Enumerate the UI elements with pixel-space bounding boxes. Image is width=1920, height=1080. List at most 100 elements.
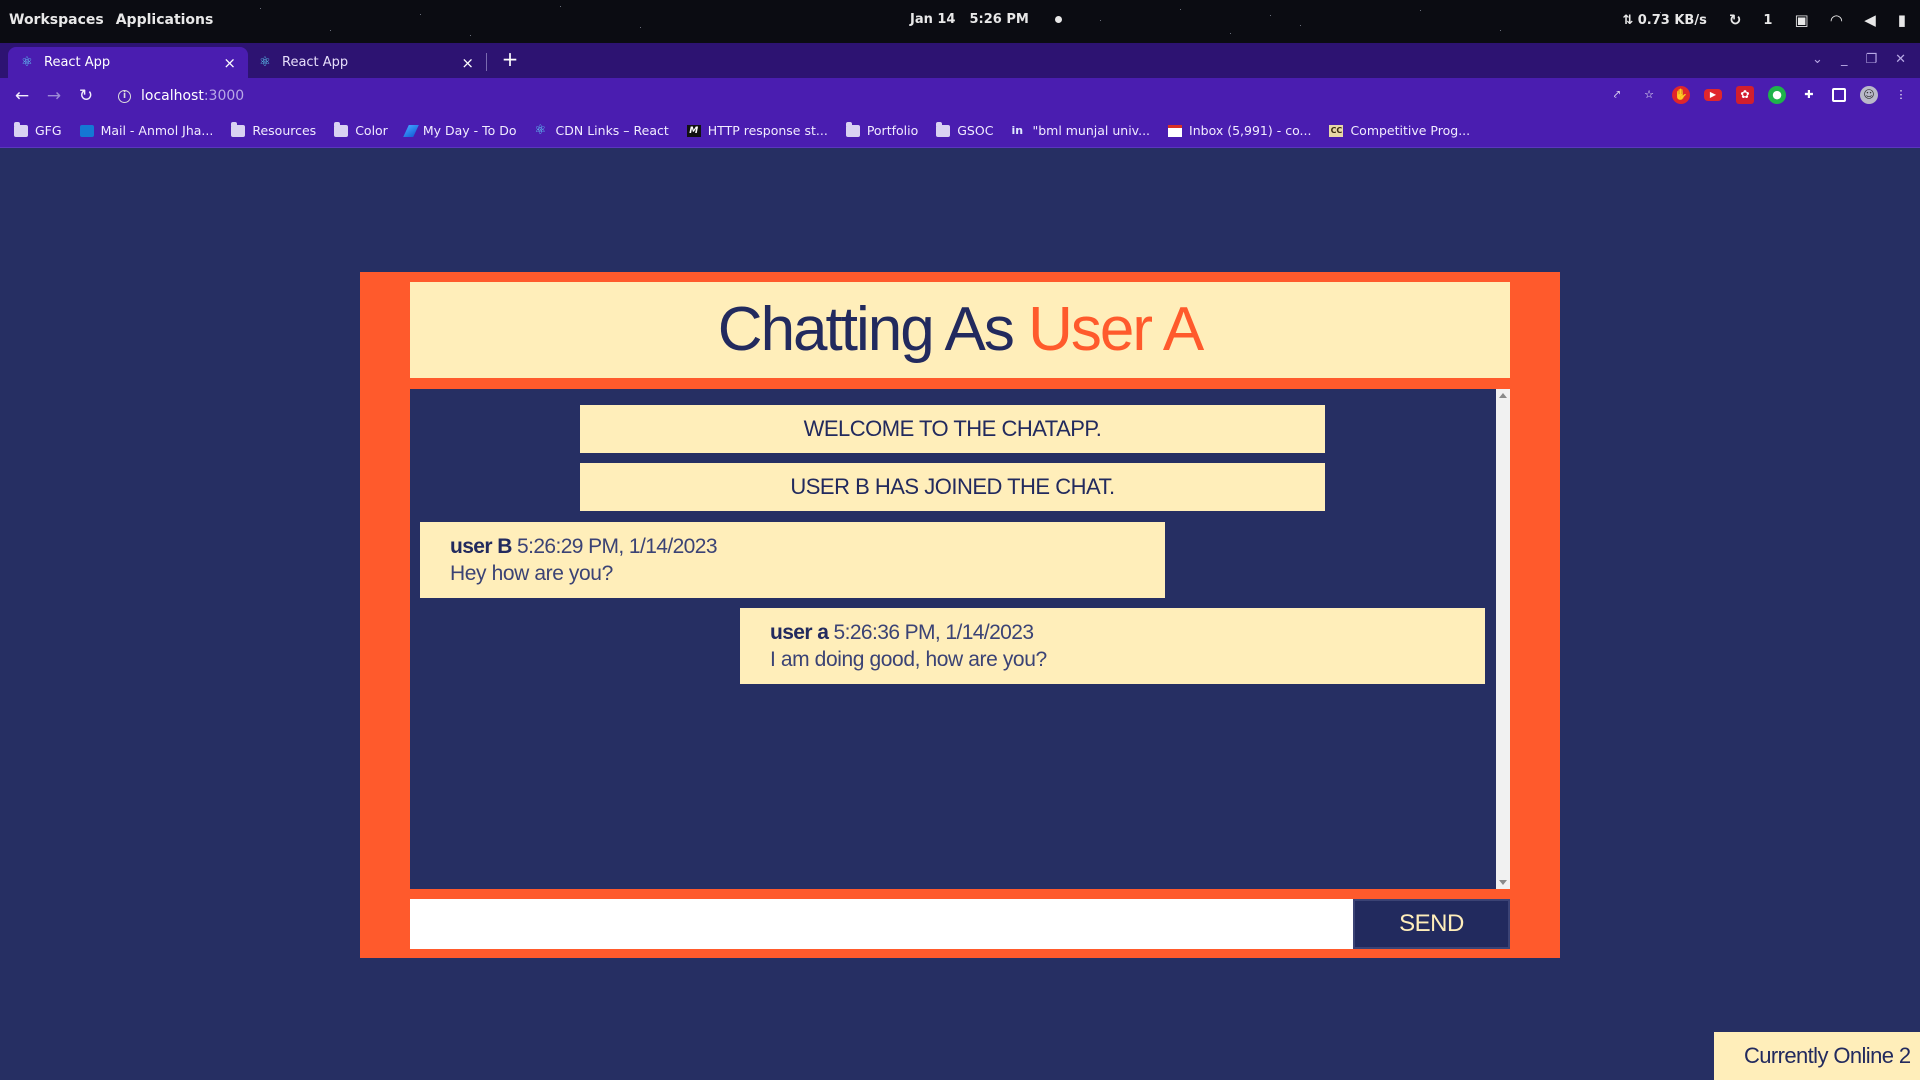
bookmark-resources[interactable]: Resources bbox=[231, 121, 317, 138]
tab-react-app-1[interactable]: ⚛ React App × bbox=[8, 47, 248, 78]
site-info-icon[interactable]: i bbox=[118, 89, 131, 103]
share-icon[interactable]: ⤤ bbox=[1608, 86, 1626, 104]
bookmark-label: Competitive Prog... bbox=[1350, 123, 1471, 138]
tab-title: React App bbox=[282, 55, 349, 70]
online-label: Currently Online bbox=[1744, 1043, 1894, 1068]
scroll-down-icon[interactable] bbox=[1499, 880, 1507, 885]
close-tab-icon[interactable]: × bbox=[461, 54, 474, 72]
system-message: USER B HAS JOINED THE CHAT. bbox=[580, 463, 1325, 511]
scroll-up-icon[interactable] bbox=[1499, 393, 1507, 398]
close-window-icon[interactable]: ✕ bbox=[1895, 52, 1906, 67]
url-host: localhost bbox=[141, 88, 204, 104]
send-button[interactable]: SEND bbox=[1353, 899, 1510, 949]
bookmark-label: "bml munjal univ... bbox=[1032, 123, 1151, 138]
extension-green-icon[interactable]: ● bbox=[1768, 86, 1786, 104]
bookmark-competitive-prog[interactable]: CC Competitive Prog... bbox=[1329, 123, 1470, 138]
bookmark-label: Portfolio bbox=[866, 123, 919, 138]
message-timestamp: 5:26:29 PM, 1/14/2023 bbox=[517, 535, 718, 558]
bookmark-gsoc[interactable]: GSOC bbox=[936, 121, 994, 138]
bookmark-label: Inbox (5,991) - co... bbox=[1189, 123, 1312, 138]
os-top-bar: Workspaces Applications Jan 14 5:26 PM ⇅… bbox=[0, 0, 1920, 43]
extension-youtube-icon[interactable]: ▶ bbox=[1704, 89, 1722, 101]
linkedin-icon: in bbox=[1011, 123, 1024, 137]
bookmark-label: Resources bbox=[252, 123, 317, 138]
close-tab-icon[interactable]: × bbox=[223, 54, 236, 72]
workspace-indicator[interactable]: 1 bbox=[1763, 13, 1772, 28]
extension-red-hand-icon[interactable]: ✋ bbox=[1672, 86, 1690, 104]
workspaces-menu[interactable]: Workspaces bbox=[9, 12, 104, 28]
applications-menu[interactable]: Applications bbox=[116, 12, 214, 28]
message-author: user a bbox=[770, 621, 829, 644]
wifi-icon[interactable]: ◠ bbox=[1831, 11, 1843, 29]
online-status-badge: Currently Online 2 bbox=[1714, 1032, 1920, 1080]
clock[interactable]: Jan 14 5:26 PM bbox=[910, 12, 1062, 27]
system-message: WELCOME TO THE CHATAPP. bbox=[580, 405, 1325, 453]
bookmark-bml-munjal[interactable]: in "bml munjal univ... bbox=[1011, 123, 1150, 138]
tab-divider bbox=[486, 53, 487, 71]
bookmark-portfolio[interactable]: Portfolio bbox=[845, 121, 919, 138]
bookmark-label: HTTP response st... bbox=[707, 123, 828, 138]
folder-icon bbox=[334, 121, 349, 137]
online-count: 2 bbox=[1898, 1043, 1911, 1068]
tab-title: React App bbox=[44, 55, 111, 70]
message-input[interactable] bbox=[410, 899, 1353, 949]
chat-header: Chatting As User A bbox=[410, 282, 1510, 378]
bookmark-label: Color bbox=[355, 123, 388, 138]
back-icon[interactable]: ← bbox=[10, 84, 34, 108]
clock-time: 5:26 PM bbox=[969, 12, 1029, 27]
outlook-icon bbox=[79, 124, 94, 137]
react-favicon-icon: ⚛ bbox=[259, 54, 271, 70]
browser-menu-icon[interactable]: ⋮ bbox=[1892, 86, 1910, 104]
bookmark-gfg[interactable]: GFG bbox=[14, 121, 62, 138]
reload-icon[interactable]: ↻ bbox=[74, 84, 98, 108]
browser-toolbar: ← → ↻ i localhost:3000 ⤤ ☆ ✋ ▶ ✿ ● ✚ ☺ ⋮ bbox=[0, 78, 1920, 114]
cc-icon: CC bbox=[1329, 124, 1344, 137]
restore-icon[interactable]: ❐ bbox=[1865, 52, 1877, 67]
browser-tab-strip: ⚛ React App × ⚛ React App × bbox=[0, 43, 1920, 78]
react-icon: ⚛ bbox=[534, 122, 547, 138]
tab-search-icon[interactable]: ⌄ bbox=[1812, 52, 1823, 67]
volume-icon[interactable]: ◀ bbox=[1864, 11, 1876, 29]
message-author: user B bbox=[450, 535, 512, 558]
display-icon[interactable]: ▣ bbox=[1794, 11, 1808, 29]
folder-icon bbox=[936, 121, 951, 137]
window-controls: ⌄ _ ❐ ✕ bbox=[1812, 52, 1906, 67]
bookmark-label: CDN Links – React bbox=[555, 123, 669, 138]
chat-message-received: user B 5:26:29 PM, 1/14/2023 Hey how are… bbox=[420, 522, 1165, 598]
bookmark-mail[interactable]: Mail - Anmol Jha... bbox=[79, 123, 214, 138]
todo-icon bbox=[403, 124, 419, 137]
forward-icon[interactable]: → bbox=[42, 84, 66, 108]
chat-message-sent: user a 5:26:36 PM, 1/14/2023 I am doing … bbox=[740, 608, 1485, 684]
messages-scrollbar[interactable] bbox=[1496, 389, 1510, 889]
battery-icon[interactable]: ▮ bbox=[1898, 11, 1906, 29]
update-icon[interactable]: ↻ bbox=[1729, 11, 1742, 29]
header-username: User A bbox=[1028, 295, 1204, 364]
tab-react-app-2[interactable]: ⚛ React App × bbox=[246, 47, 486, 78]
bookmark-http-response[interactable]: M HTTP response st... bbox=[686, 123, 828, 138]
profile-avatar[interactable]: ☺ bbox=[1860, 86, 1878, 104]
mdn-icon: M bbox=[686, 124, 701, 137]
messages-panel[interactable]: WELCOME TO THE CHATAPP. USER B HAS JOINE… bbox=[410, 389, 1510, 889]
folder-icon bbox=[14, 121, 28, 137]
folder-icon bbox=[845, 121, 860, 137]
bookmark-cdn-links[interactable]: ⚛ CDN Links – React bbox=[535, 123, 669, 138]
message-text: Hey how are you? bbox=[450, 562, 613, 585]
bookmark-star-icon[interactable]: ☆ bbox=[1640, 86, 1658, 104]
message-timestamp: 5:26:36 PM, 1/14/2023 bbox=[833, 621, 1035, 644]
side-panel-icon[interactable] bbox=[1832, 88, 1846, 102]
address-bar[interactable]: i localhost:3000 bbox=[110, 82, 1640, 110]
bookmark-my-day[interactable]: My Day - To Do bbox=[403, 123, 517, 138]
bookmark-inbox[interactable]: Inbox (5,991) - co... bbox=[1168, 123, 1311, 138]
minimize-icon[interactable]: _ bbox=[1841, 52, 1848, 67]
bookmark-label: My Day - To Do bbox=[422, 123, 517, 138]
extensions-puzzle-icon[interactable]: ✚ bbox=[1800, 86, 1818, 104]
react-favicon-icon: ⚛ bbox=[21, 54, 33, 70]
extension-red-app-icon[interactable]: ✿ bbox=[1736, 86, 1754, 104]
bookmark-label: GSOC bbox=[957, 123, 994, 138]
new-tab-button[interactable]: + bbox=[500, 47, 520, 71]
chat-app-container: Chatting As User A WELCOME TO THE CHATAP… bbox=[360, 272, 1560, 958]
bookmark-label: Mail - Anmol Jha... bbox=[100, 123, 214, 138]
url-port: :3000 bbox=[203, 88, 245, 104]
bookmark-color[interactable]: Color bbox=[334, 121, 388, 138]
notification-dot-icon bbox=[1054, 16, 1062, 23]
